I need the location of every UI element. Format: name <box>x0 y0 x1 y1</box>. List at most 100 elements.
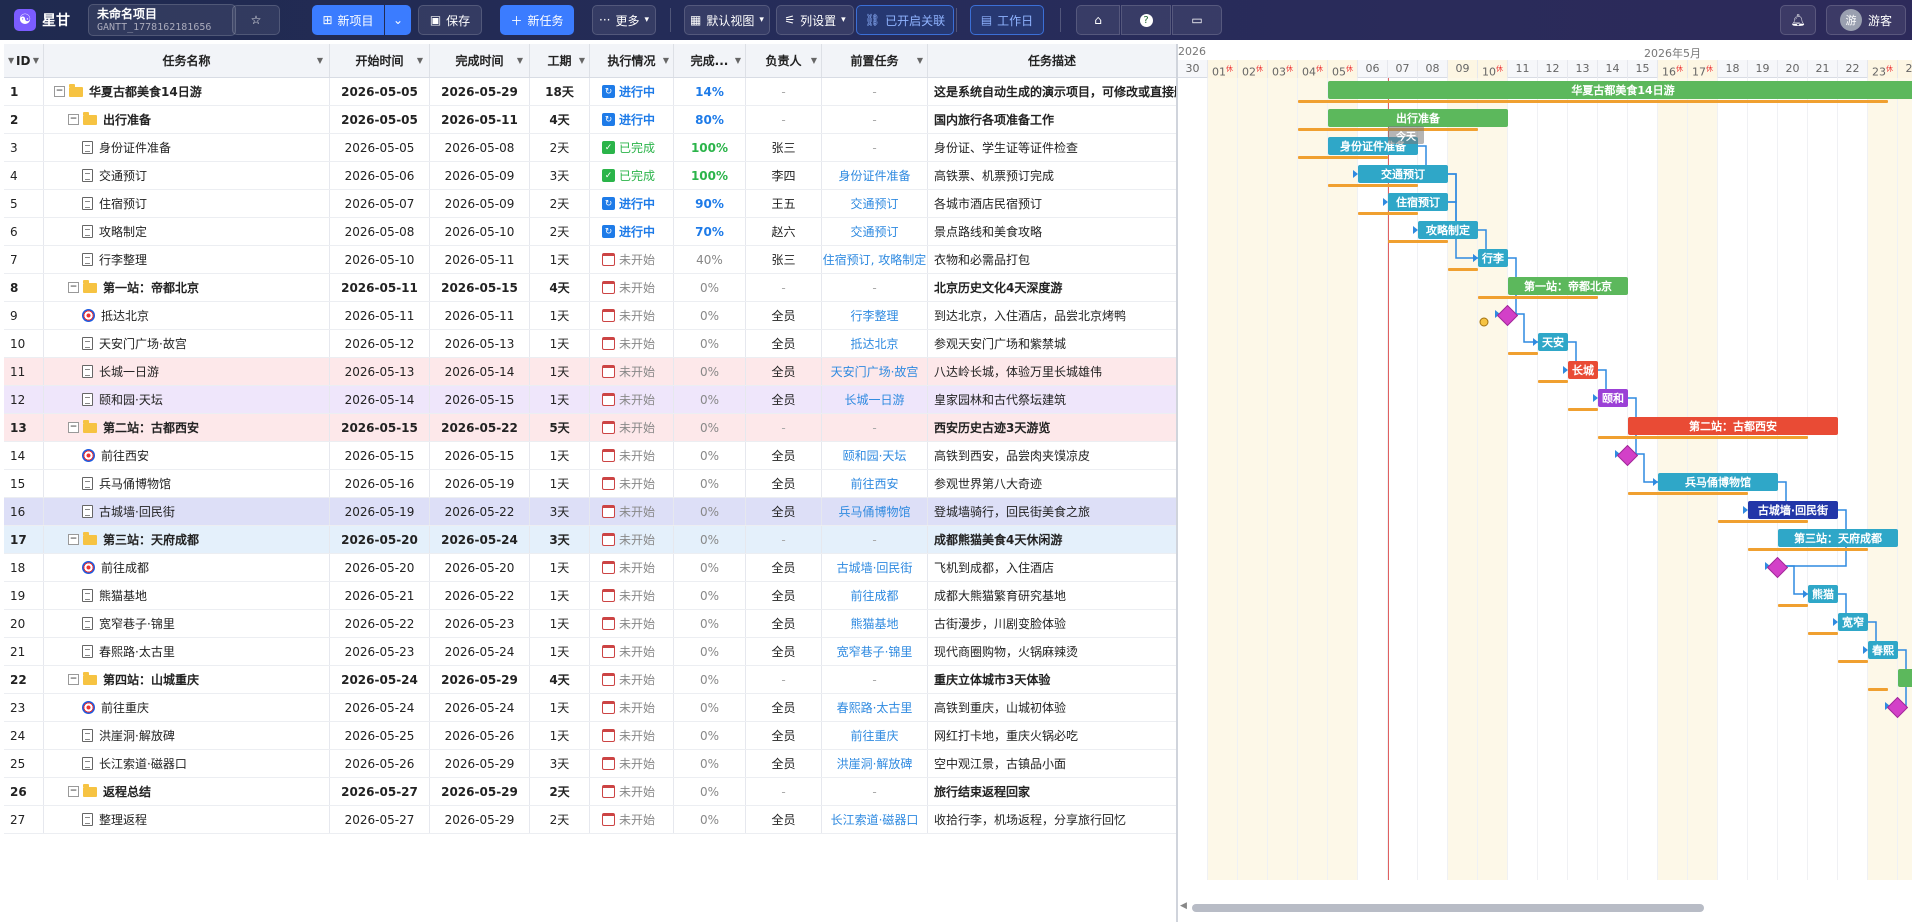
status-cell[interactable]: 未开始 <box>590 750 674 777</box>
table-row[interactable]: 9 抵达北京 2026-05-11 2026-05-11 1天 未开始 0% 全员 行李整理 到达… <box>4 302 1176 330</box>
horizontal-scrollbar[interactable]: ◀ <box>1180 901 1912 912</box>
status-cell[interactable]: ↻ 进行中 <box>590 106 674 133</box>
col-header-id[interactable]: ▼ ID ▼ <box>4 44 44 77</box>
table-row[interactable]: 14 前往西安 2026-05-15 2026-05-15 1天 未开始 0% 全员 颐和园·天… <box>4 442 1176 470</box>
gantt-bar[interactable]: 攻略制定 <box>1418 221 1478 239</box>
col-header-owner[interactable]: 负责人 ▼ <box>746 44 822 77</box>
owner[interactable]: - <box>746 526 822 553</box>
owner[interactable]: 全员 <box>746 722 822 749</box>
status-cell[interactable]: 未开始 <box>590 442 674 469</box>
predecessor[interactable]: 长江索道·磁器口 <box>822 806 928 833</box>
end-date[interactable]: 2026-05-15 <box>430 386 530 413</box>
start-date[interactable]: 2026-05-07 <box>330 190 430 217</box>
percent-complete[interactable]: 0% <box>674 666 746 693</box>
start-date[interactable]: 2026-05-15 <box>330 442 430 469</box>
description[interactable]: 重庆立体城市3天体验 <box>928 666 1176 693</box>
percent-complete[interactable]: 0% <box>674 694 746 721</box>
task-name-cell[interactable]: 身份证件准备 <box>44 134 330 161</box>
table-row[interactable]: 24 洪崖洞·解放碑 2026-05-25 2026-05-26 1天 未开始 0% 全员 前往… <box>4 722 1176 750</box>
description[interactable]: 皇家园林和古代祭坛建筑 <box>928 386 1176 413</box>
owner[interactable]: 全员 <box>746 386 822 413</box>
collapse-toggle-icon[interactable]: − <box>68 282 79 293</box>
gantt-bar[interactable]: 行李 <box>1478 249 1508 267</box>
start-date[interactable]: 2026-05-05 <box>330 78 430 105</box>
col-header-status[interactable]: 执行情况 ▼ <box>590 44 674 77</box>
task-name-cell[interactable]: 前往西安 <box>44 442 330 469</box>
task-name-cell[interactable]: − 返程总结 <box>44 778 330 805</box>
owner[interactable]: 张三 <box>746 246 822 273</box>
predecessor[interactable]: 抵达北京 <box>822 330 928 357</box>
percent-complete[interactable]: 0% <box>674 610 746 637</box>
col-header-duration[interactable]: 工期 ▼ <box>530 44 590 77</box>
gantt-bar[interactable]: 交通预订 <box>1358 165 1448 183</box>
duration[interactable]: 1天 <box>530 358 590 385</box>
table-row[interactable]: 8− 第一站：帝都北京 2026-05-11 2026-05-15 4天 未开始 0% - - 北… <box>4 274 1176 302</box>
start-date[interactable]: 2026-05-20 <box>330 554 430 581</box>
owner[interactable]: 全员 <box>746 694 822 721</box>
gantt-bar[interactable]: 出行准备 <box>1328 109 1508 127</box>
predecessor[interactable]: 春熙路·太古里 <box>822 694 928 721</box>
predecessor[interactable]: 兵马俑博物馆 <box>822 498 928 525</box>
status-cell[interactable]: 未开始 <box>590 302 674 329</box>
default-view-button[interactable]: ▦ 默认视图 ▾ <box>684 5 770 35</box>
scrollbar-thumb[interactable] <box>1192 904 1704 912</box>
duration[interactable]: 4天 <box>530 106 590 133</box>
table-row[interactable]: 1− 华夏古都美食14日游 2026-05-05 2026-05-29 18天 ↻ 进行中 1… <box>4 78 1176 106</box>
end-date[interactable]: 2026-05-15 <box>430 274 530 301</box>
table-row[interactable]: 12 颐和园·天坛 2026-05-14 2026-05-15 1天 未开始 0% 全员 长城一… <box>4 386 1176 414</box>
status-cell[interactable]: 未开始 <box>590 638 674 665</box>
start-date[interactable]: 2026-05-21 <box>330 582 430 609</box>
user-menu[interactable]: 游 游客 <box>1826 5 1906 35</box>
percent-complete[interactable]: 0% <box>674 442 746 469</box>
end-date[interactable]: 2026-05-22 <box>430 498 530 525</box>
duration[interactable]: 1天 <box>530 694 590 721</box>
description[interactable]: 八达岭长城，体验万里长城雄伟 <box>928 358 1176 385</box>
gantt-bar[interactable]: 长城 <box>1568 361 1598 379</box>
status-cell[interactable]: 未开始 <box>590 666 674 693</box>
description[interactable]: 各城市酒店民宿预订 <box>928 190 1176 217</box>
table-row[interactable]: 5 住宿预订 2026-05-07 2026-05-09 2天 ↻ 进行中 90% 王五 交通预订… <box>4 190 1176 218</box>
status-cell[interactable]: 未开始 <box>590 414 674 441</box>
status-cell[interactable]: ↻ 进行中 <box>590 190 674 217</box>
description[interactable]: 旅行结束返程回家 <box>928 778 1176 805</box>
predecessor[interactable]: 古城墙·回民街 <box>822 554 928 581</box>
home-button[interactable]: ⌂ <box>1076 5 1120 35</box>
owner[interactable]: 全员 <box>746 498 822 525</box>
status-cell[interactable]: 未开始 <box>590 582 674 609</box>
task-name-cell[interactable]: − 第三站：天府成都 <box>44 526 330 553</box>
predecessor[interactable]: - <box>822 666 928 693</box>
gantt-bar[interactable]: 颐和 <box>1598 389 1628 407</box>
predecessor[interactable]: 洪崖洞·解放碑 <box>822 750 928 777</box>
owner[interactable]: - <box>746 414 822 441</box>
table-row[interactable]: 10 天安门广场·故宫 2026-05-12 2026-05-13 1天 未开始 0% 全员抵… <box>4 330 1176 358</box>
owner[interactable]: - <box>746 666 822 693</box>
predecessor[interactable]: 颐和园·天坛 <box>822 442 928 469</box>
duration[interactable]: 1天 <box>530 582 590 609</box>
start-date[interactable]: 2026-05-05 <box>330 106 430 133</box>
table-row[interactable]: 17− 第三站：天府成都 2026-05-20 2026-05-24 3天 未开始 0% - -… <box>4 526 1176 554</box>
percent-complete[interactable]: 80% <box>674 106 746 133</box>
status-cell[interactable]: 未开始 <box>590 554 674 581</box>
status-cell[interactable]: ✓ 已完成 <box>590 162 674 189</box>
duration[interactable]: 1天 <box>530 638 590 665</box>
end-date[interactable]: 2026-05-20 <box>430 554 530 581</box>
description[interactable]: 高铁到重庆，山城初体验 <box>928 694 1176 721</box>
col-header-start[interactable]: 开始时间 ▼ <box>330 44 430 77</box>
status-cell[interactable]: 未开始 <box>590 722 674 749</box>
task-name-cell[interactable]: − 第一站：帝都北京 <box>44 274 330 301</box>
description[interactable]: 衣物和必需品打包 <box>928 246 1176 273</box>
owner[interactable]: 全员 <box>746 330 822 357</box>
collapse-toggle-icon[interactable]: − <box>68 114 79 125</box>
predecessor[interactable]: - <box>822 106 928 133</box>
task-name-cell[interactable]: − 华夏古都美食14日游 <box>44 78 330 105</box>
start-date[interactable]: 2026-05-11 <box>330 274 430 301</box>
predecessor[interactable]: 天安门广场·故宫 <box>822 358 928 385</box>
start-date[interactable]: 2026-05-27 <box>330 806 430 833</box>
status-cell[interactable]: 未开始 <box>590 246 674 273</box>
start-date[interactable]: 2026-05-22 <box>330 610 430 637</box>
gantt-bar[interactable]: 熊猫 <box>1808 585 1838 603</box>
end-date[interactable]: 2026-05-23 <box>430 610 530 637</box>
owner[interactable]: 赵六 <box>746 218 822 245</box>
owner[interactable]: 全员 <box>746 302 822 329</box>
description[interactable]: 古街漫步，川剧变脸体验 <box>928 610 1176 637</box>
